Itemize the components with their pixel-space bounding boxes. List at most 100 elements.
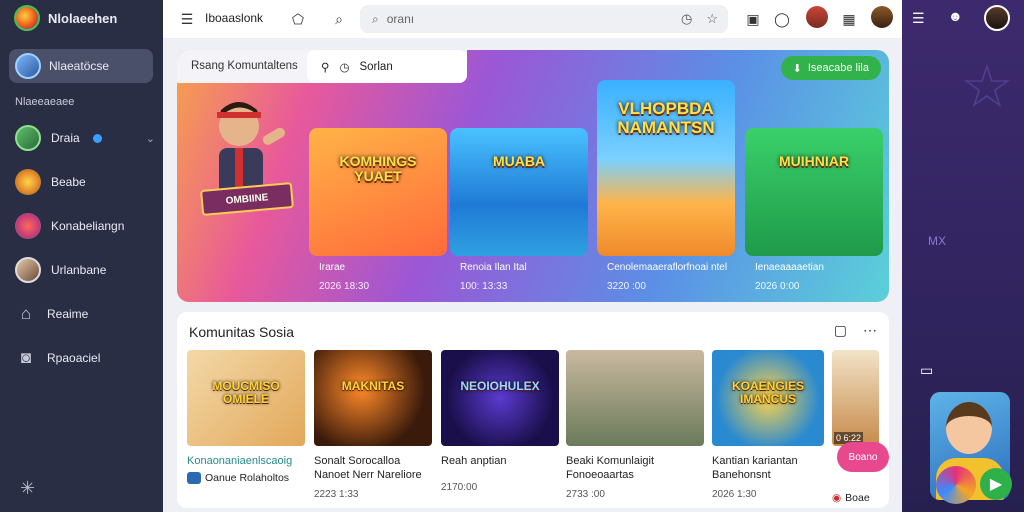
video-meta: 2170:00 (441, 482, 478, 494)
community-section: Komunitas Sosia ▢ ⋯ MOUCMISO OMIELE Kona… (177, 312, 889, 508)
game-icon (15, 169, 41, 195)
pentagon-icon[interactable]: ⬠ (288, 9, 308, 29)
sidebar-item-label: Urlanbane (51, 263, 107, 277)
channel-row: ◉ Boae (832, 492, 879, 504)
hero-banner: Rsang Komuntaltens ⚲ ◷ Sorlan ⬇ Iseacabe… (177, 50, 889, 302)
game-title: Cenolemaaeraflorfnoai ntel (607, 262, 728, 273)
record-icon: ◉ (832, 492, 842, 504)
community-card[interactable]: 0 6:22 ◉ Boae (832, 350, 879, 504)
search-icon[interactable]: ⌕ (329, 9, 349, 29)
game-card[interactable]: MUABA Renoia Ilan Ital 100: 13:33 (450, 128, 588, 300)
app-logo-icon (14, 5, 40, 31)
search-input[interactable]: oranı (387, 12, 414, 26)
verified-icon (92, 133, 102, 143)
chevron-down-icon[interactable]: ⌄ (146, 132, 155, 145)
menu-icon[interactable]: ☰ (177, 9, 197, 29)
hero-tabs: Rsang Komuntaltens ⚲ ◷ Sorlan (177, 50, 467, 83)
sidebar-item-draia[interactable]: Draia ⌄ (15, 123, 155, 153)
more-icon[interactable]: ⋯ (863, 322, 877, 339)
star-icon[interactable]: ☆ (706, 11, 718, 27)
grid-icon[interactable]: ▦ (839, 9, 859, 29)
channel-logo-icon (187, 472, 201, 485)
search-icon: ⌕ (372, 11, 379, 26)
chat-bubble-icon[interactable]: ▭ (920, 362, 933, 379)
sidebar-item-konabeliangn[interactable]: Konabeliangn (15, 211, 155, 241)
user-avatar-icon (15, 125, 41, 151)
community-card[interactable]: MOUCMISO OMIELE Konaonaniaenlscaoig Oanu… (187, 350, 305, 500)
sidebar-item-label: Beabe (51, 175, 86, 189)
avatar[interactable] (806, 6, 828, 28)
app-brand[interactable]: Nlolaeehen (14, 4, 117, 32)
download-icon: ⬇ (792, 62, 802, 75)
game-title: Ienaeaaaaetian (755, 262, 824, 273)
community-card[interactable]: KOAENGIES IMANCUS Kantian kariantan Bane… (712, 350, 824, 500)
video-thumbnail: 0 6:22 (832, 350, 879, 446)
section-title: Komunitas Sosia (189, 324, 295, 340)
sidebar-item-beabe[interactable]: Beabe (15, 167, 155, 197)
panel-label: MX (928, 234, 946, 248)
rainbow-ring-icon[interactable] (936, 466, 976, 504)
video-title: Sonalt Sorocalloa Nanoet Nerr Nareliore (314, 455, 422, 482)
section-label: Nlaeeaeaee (15, 96, 75, 108)
badge-label: Iseacabe lila (807, 62, 869, 74)
video-thumbnail: MAKNITAS (314, 350, 432, 446)
game-card[interactable]: MUIHNIAR Ienaeaaaaetian 2026 0:00 (745, 128, 883, 300)
game-art-title: KOMHINGS YUAET (339, 153, 417, 185)
top-bar: ☰ Iboaaslonk ⬠ ⌕ ⌕ oranı ◷ ☆ ▣ ◯ ▦ (163, 0, 902, 38)
play-square-icon[interactable]: ▣ (743, 9, 763, 29)
sidebar-item-label: Reaime (47, 307, 89, 321)
sidebar-item-rpaoaciel[interactable]: ◙ Rpaoaciel (15, 343, 155, 373)
game-card[interactable]: KOMHINGS YUAET Irarae 2026 18:30 (309, 128, 447, 300)
community-card[interactable]: Beaki Komunlaigit Fonoeoaartas 2733 :00 (566, 350, 704, 500)
channel-name: Boae (845, 492, 870, 504)
tab-sorlan[interactable]: ⚲ ◷ Sorlan (307, 50, 467, 83)
sidebar-item-reaime[interactable]: ⌂ Reaime (15, 299, 155, 329)
video-thumbnail: KOAENGIES IMANCUS (712, 350, 824, 446)
chat-icon[interactable]: ◯ (772, 9, 792, 29)
community-card[interactable]: MAKNITAS Sonalt Sorocalloa Nanoet Nerr N… (314, 350, 432, 500)
user-avatar-icon[interactable] (984, 5, 1010, 31)
clock-icon: ◷ (339, 61, 350, 74)
sidebar-item-urlanbane[interactable]: Urlanbane (15, 255, 155, 285)
sidebar-item-label: Rpaoaciel (47, 351, 101, 365)
video-meta: 2733 :00 (566, 488, 605, 500)
tab-rsang-komuntaltens[interactable]: Rsang Komuntaltens (191, 60, 298, 72)
game-meta: Cenolemaaeraflorfnoai ntel 3220 :00 (607, 262, 727, 292)
pin-icon: ⚲ (321, 61, 330, 74)
camera-icon: ◙ (20, 348, 32, 367)
character-icon[interactable]: ☻ (948, 8, 963, 24)
page-title: Iboaaslonk (205, 11, 264, 25)
face-shape (946, 402, 992, 454)
game-thumbnail: VLHOPBDA NAMANTSN (597, 80, 735, 256)
list-icon[interactable]: ☰ (912, 10, 925, 27)
hero-action-badge[interactable]: ⬇ Iseacabe lila (780, 56, 881, 80)
community-card[interactable]: NEOIOHULEX Reah anptian 2170:00 (441, 350, 559, 500)
search-bar[interactable]: ⌕ oranı ◷ ☆ (360, 5, 728, 33)
thumb-title: MOUCMISO OMIELE (212, 379, 280, 407)
sidebar: Nlolaeehen Nlaeatöcse Nlaeeaeaee Draia ⌄… (0, 0, 163, 512)
video-meta: 2223 1:33 (314, 488, 359, 500)
user-avatar-icon (15, 53, 41, 79)
profile-row[interactable]: Nlaeatöcse (9, 49, 153, 83)
thumb-title: MAKNITAS (341, 379, 405, 393)
bookmark-icon[interactable]: ▢ (834, 322, 847, 339)
timer-icon[interactable]: ◷ (681, 11, 692, 27)
play-button[interactable]: Boano (837, 442, 889, 472)
game-card[interactable]: VLHOPBDA NAMANTSN Cenolemaaeraflorfnoai … (597, 80, 735, 300)
main-content: Rsang Komuntaltens ⚲ ◷ Sorlan ⬇ Iseacabe… (163, 38, 902, 512)
game-thumbnail: KOMHINGS YUAET (309, 128, 447, 256)
game-icon (15, 213, 41, 239)
video-title: Reah anptian (441, 455, 507, 467)
video-thumbnail: MOUCMISO OMIELE (187, 350, 305, 446)
game-thumbnail: MUIHNIAR (745, 128, 883, 256)
profile-name: Nlaeatöcse (49, 59, 110, 73)
game-date: 3220 :00 (607, 281, 646, 292)
section-actions: ▢ ⋯ (834, 322, 877, 339)
play-icon[interactable]: ▶ (980, 468, 1012, 500)
avatar[interactable] (871, 6, 893, 28)
thumb-title: NEOIOHULEX (460, 379, 540, 393)
game-date: 100: 13:33 (460, 281, 508, 292)
feature-title: VLHOPBDA NAMANTSN (617, 99, 715, 137)
settings-sparkle-icon[interactable]: ✳ (20, 478, 35, 499)
tab-label: Sorlan (359, 60, 393, 73)
